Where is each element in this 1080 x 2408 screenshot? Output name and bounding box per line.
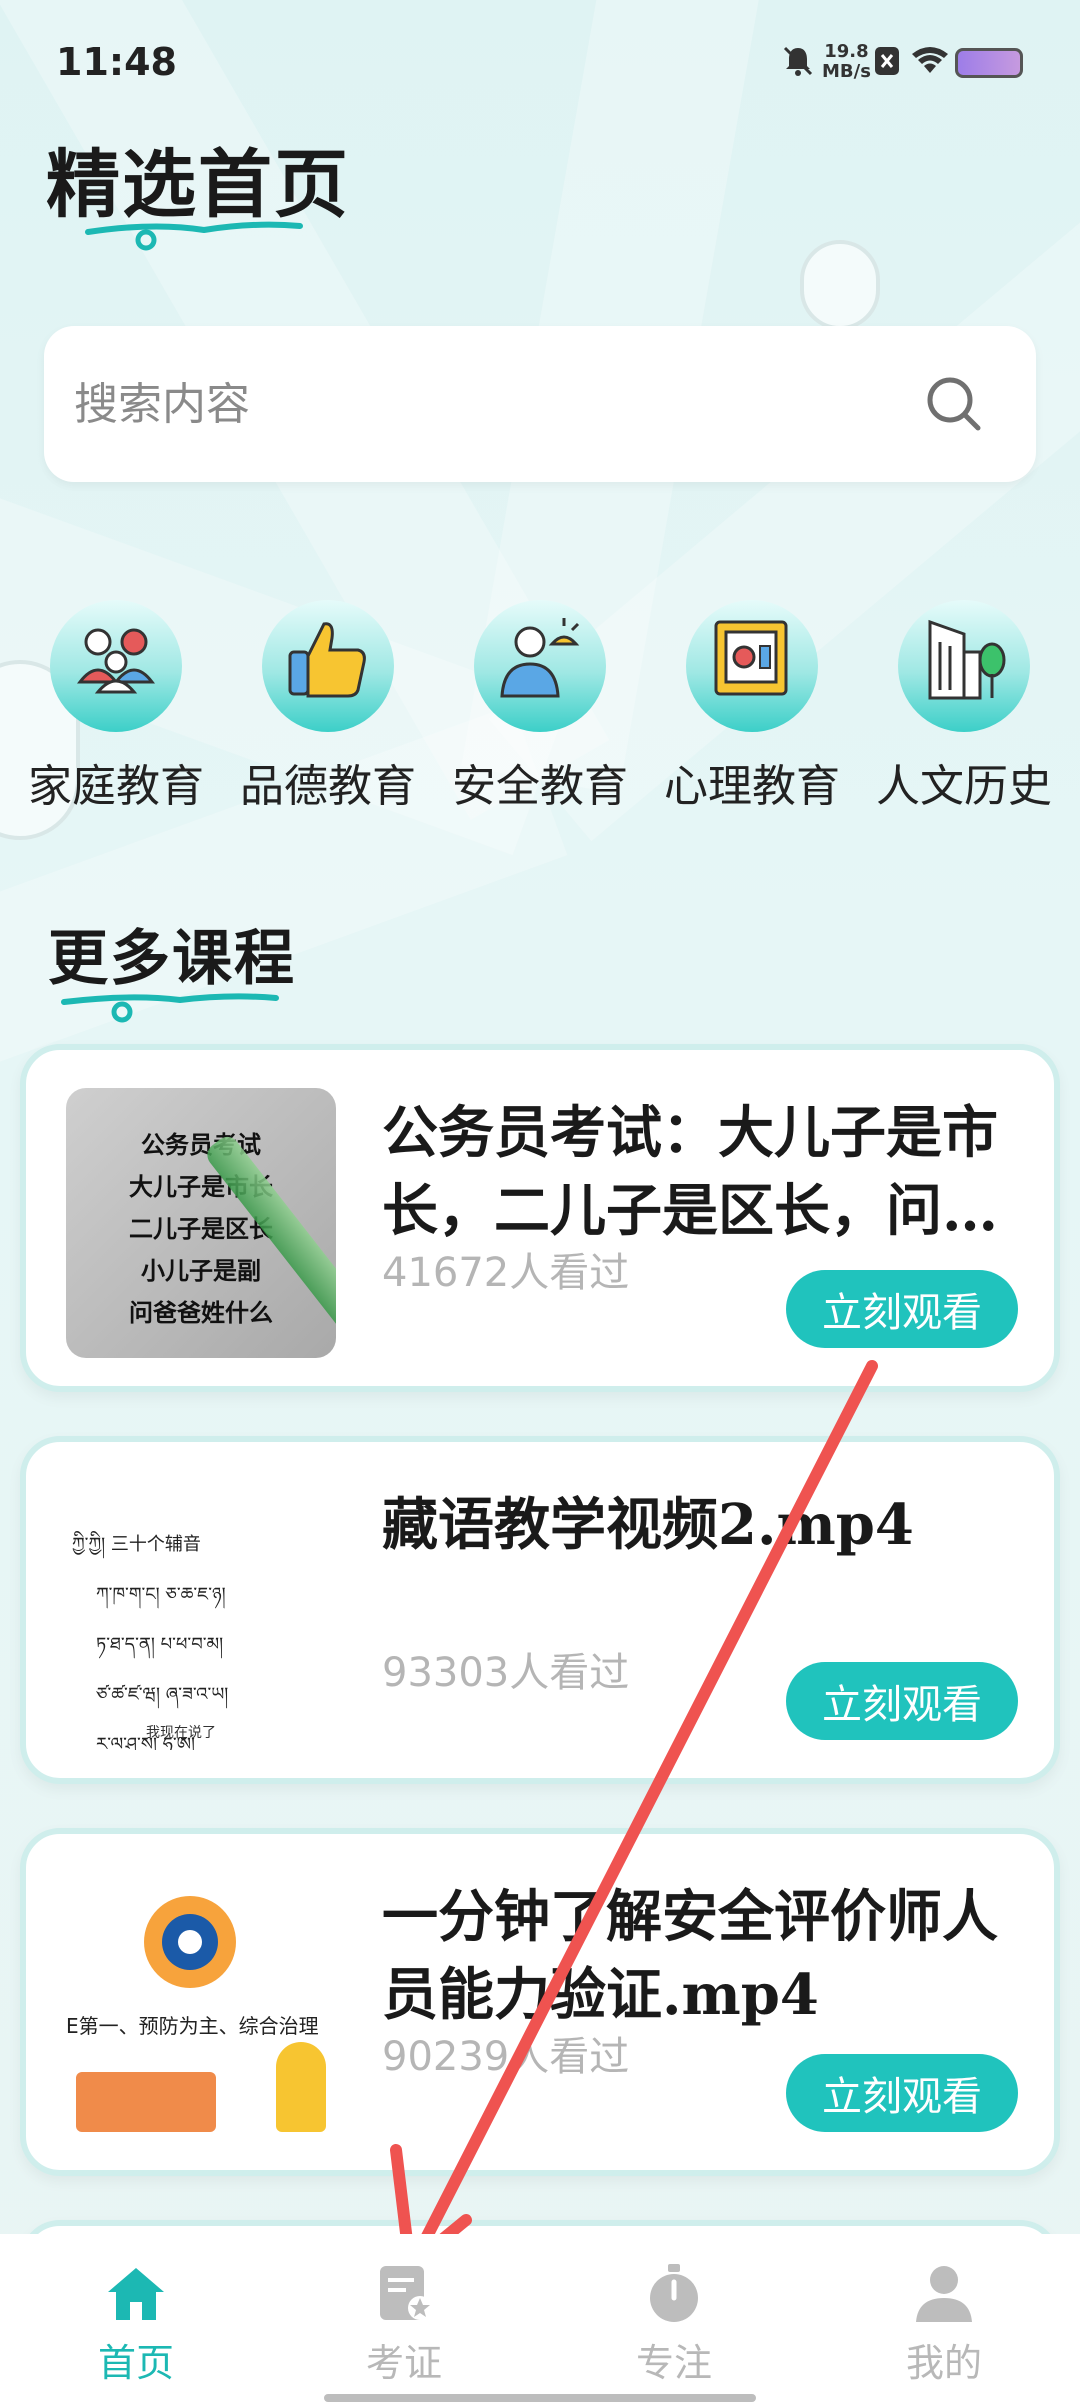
- tab-focus[interactable]: 专注: [574, 2264, 774, 2385]
- tab-certificate[interactable]: 考证: [304, 2264, 504, 2385]
- home-indicator[interactable]: [324, 2394, 756, 2402]
- tab-label: 我的: [905, 2341, 982, 2385]
- home-icon: [108, 2268, 164, 2320]
- person-icon: [916, 2266, 972, 2322]
- stopwatch-icon: [650, 2264, 698, 2322]
- annotation-arrow: [390, 1360, 878, 2272]
- tab-label: 专注: [635, 2341, 712, 2385]
- bottom-tab-bar: 首页 考证 专注 我的: [0, 2234, 1080, 2408]
- tab-label: 首页: [97, 2341, 174, 2385]
- certificate-icon: [380, 2266, 432, 2320]
- tab-label: 考证: [365, 2341, 442, 2385]
- tab-profile[interactable]: 我的: [844, 2264, 1044, 2385]
- tab-home[interactable]: 首页: [36, 2264, 236, 2385]
